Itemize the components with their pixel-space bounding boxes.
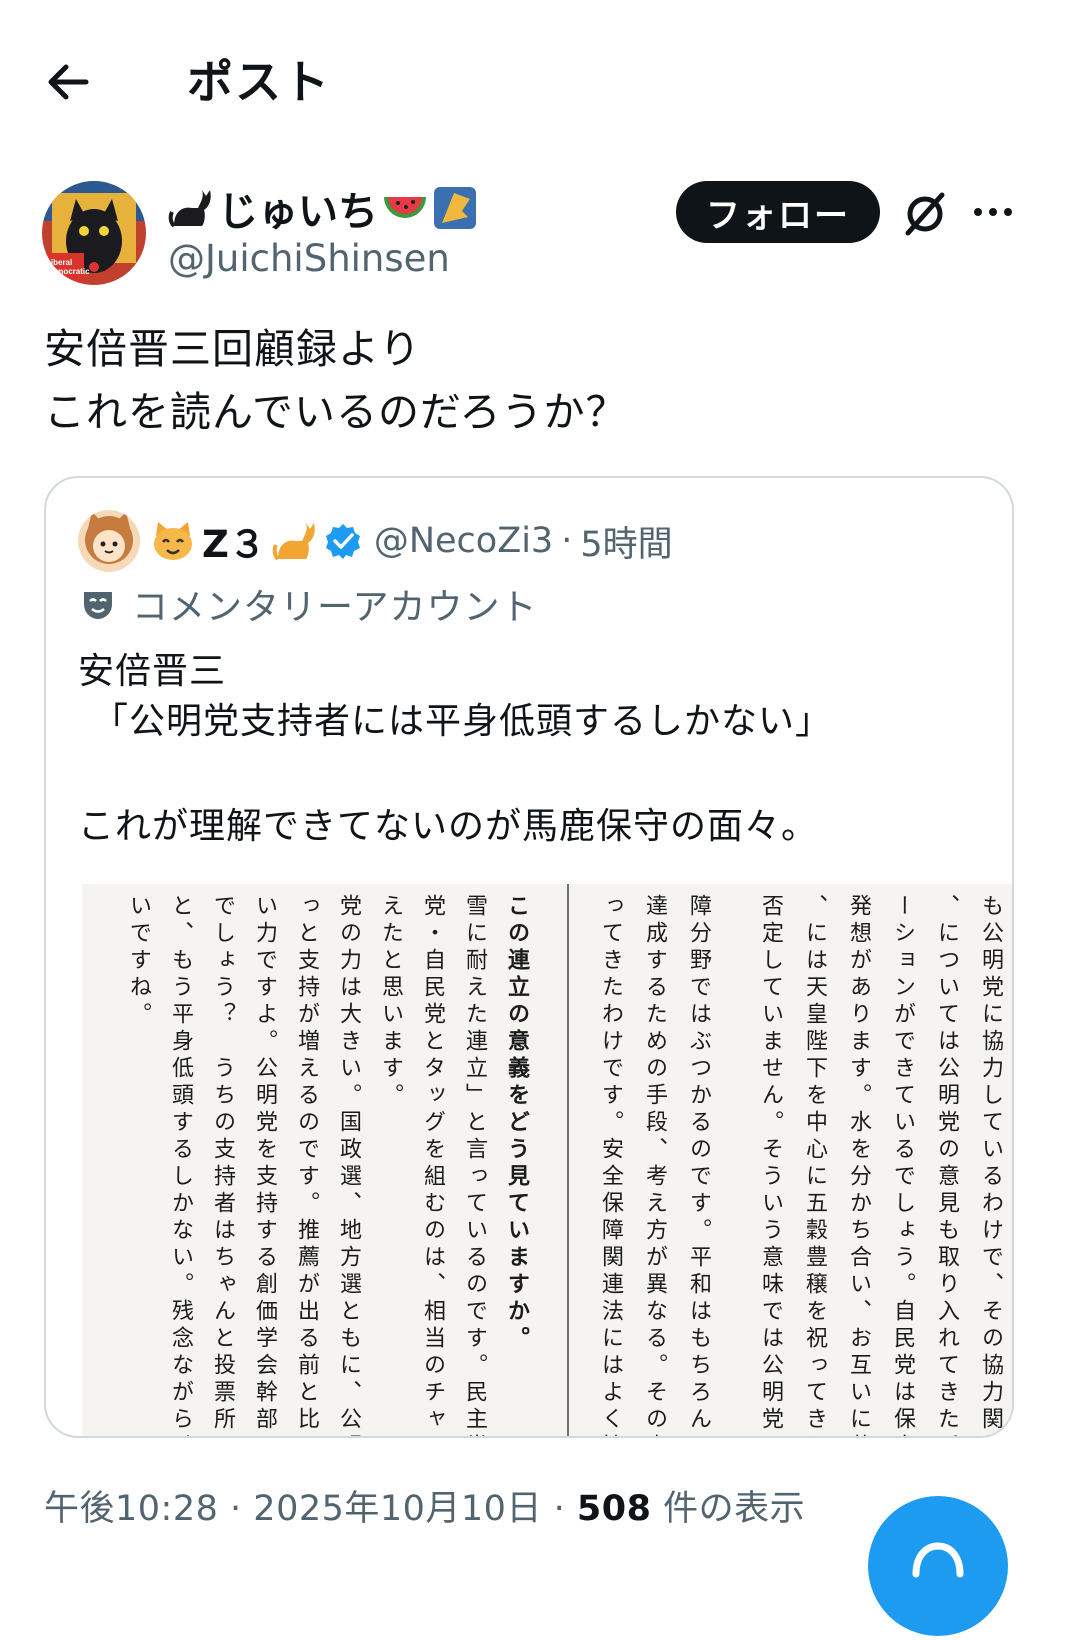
arrow-left-icon bbox=[48, 64, 89, 100]
post-meta: 午後10:28 · 2025年10月10日 · 508 件の表示 bbox=[44, 1484, 805, 1534]
meta-separator: · bbox=[230, 1489, 242, 1529]
book-text-column: でしょう？ うちの支持者はちゃんと投票所に足を運ん bbox=[210, 894, 235, 1438]
book-text-column: い力ですよ。公明党を支持する創価学会幹部から、「総 bbox=[252, 894, 277, 1438]
commentary-label: コメンタリーアカウント bbox=[80, 576, 538, 632]
grok-button[interactable] bbox=[898, 187, 952, 241]
back-button[interactable] bbox=[38, 52, 98, 112]
book-heading-column: この連立の意義をどう見ていますか。 bbox=[504, 894, 529, 1353]
book-text-column: 党の力は大きい。国政選、地方選ともに、公明党が自民 bbox=[336, 894, 361, 1438]
more-icon bbox=[974, 208, 1012, 216]
watermelon-icon bbox=[382, 193, 428, 223]
quote-image-book-page[interactable]: も公明党に協力しているわけで、その協力関係で政権を 、については公明党の意見も取… bbox=[82, 884, 1012, 1438]
book-text-column: 障分野ではぶつかるのです。平和はもちろんみんなが求 bbox=[686, 894, 711, 1438]
book-text-column: 否定していません。そういう意味では公明党と親和性が bbox=[758, 894, 783, 1438]
verified-badge-icon bbox=[324, 522, 362, 560]
quote-avatar bbox=[78, 510, 140, 572]
cat-face-icon bbox=[150, 520, 196, 562]
author-display-name[interactable]: じゅいち bbox=[168, 180, 478, 236]
cat-icon bbox=[272, 519, 318, 563]
page-title: ポスト bbox=[187, 55, 331, 109]
author-handle[interactable]: @JuichiShinsen bbox=[168, 236, 450, 282]
meta-separator: · bbox=[553, 1489, 566, 1529]
post-text-line: これを読んでいるのだろうか？ bbox=[44, 388, 628, 436]
svg-text:Party: Party bbox=[46, 276, 67, 285]
flag-badge-icon bbox=[432, 185, 478, 231]
post-text-line: 安倍晋三回顧録より bbox=[44, 325, 422, 373]
book-text-column: ってきたわけです。安全保障関連法にはよく協力してく bbox=[598, 894, 623, 1438]
book-text-column: ーションができているでしょう。自民党は保守政党だけに bbox=[890, 894, 915, 1438]
book-text-column: 、には天皇陛下を中心に五穀豊穣を祝ってきた。自民党も bbox=[802, 894, 827, 1438]
book-text-column: 発想があります。水を分かち合い、お互いに草を取るの bbox=[846, 894, 871, 1438]
quote-text-line: 「公明党支持者には平身低頭するしかない」 bbox=[92, 701, 833, 742]
book-text-column: 、については公明党の意見も取り入れてきた。特に社会保 bbox=[934, 894, 959, 1438]
book-text-column: 達成するための手段、考え方が異なる。その点は互いに bbox=[642, 894, 667, 1438]
book-text-column: も公明党に協力しているわけで、その協力関係で政権を bbox=[978, 894, 1003, 1438]
avatar[interactable]: Liberal Democratic Party bbox=[42, 181, 146, 285]
follow-button[interactable]: フォロー bbox=[676, 181, 880, 243]
book-text-column: えたと思います。 bbox=[378, 894, 403, 1110]
more-button[interactable] bbox=[966, 190, 1020, 234]
post-time: 午後10:28 bbox=[44, 1489, 219, 1529]
page-gutter bbox=[567, 884, 569, 1436]
book-text-column: 雪に耐えた連立」と言っているのです。民主党政権時代 bbox=[462, 894, 487, 1438]
quote-author-name: Z３ bbox=[202, 523, 266, 566]
cat-icon bbox=[168, 186, 214, 230]
meta-separator: · bbox=[561, 521, 573, 561]
quote-author-handle: @NecoZi3 bbox=[373, 521, 554, 561]
quote-post-card[interactable]: Z３ @NecoZi3 · 5時間 コメンタリーアカウント 安倍晋三 「公明党支… bbox=[44, 476, 1014, 1438]
views-count[interactable]: 508 bbox=[577, 1489, 652, 1529]
quote-author-row: Z３ @NecoZi3 · 5時間 bbox=[150, 511, 673, 571]
book-text-column: いですね。 bbox=[126, 894, 151, 1029]
quote-text-line: 安倍晋三 bbox=[78, 651, 227, 692]
author-name-text: じゅいち bbox=[218, 189, 378, 235]
svg-text:Democratic: Democratic bbox=[46, 267, 90, 276]
theater-mask-icon bbox=[84, 592, 112, 619]
commentary-label-text: コメンタリーアカウント bbox=[132, 587, 538, 628]
svg-text:Liberal: Liberal bbox=[46, 258, 72, 267]
compose-icon bbox=[912, 1542, 964, 1578]
quote-text-line: これが理解できてないのが馬鹿保守の面々。 bbox=[78, 806, 819, 847]
book-text-column: 党・自民党とタッグを組むのは、相当のチャレンジだっ bbox=[420, 894, 445, 1438]
views-label[interactable]: 件の表示 bbox=[663, 1489, 805, 1529]
book-text-column: と、もう平身低頭するしかない。残念ながら、明らかに bbox=[168, 894, 193, 1438]
compose-fab[interactable] bbox=[868, 1496, 1008, 1636]
quote-timestamp: 5時間 bbox=[580, 524, 673, 565]
book-text-column: っと支持が増えるのです。推薦が出る前と比べると、2 bbox=[294, 894, 319, 1438]
post-date: 2025年10月10日 bbox=[253, 1489, 542, 1529]
grok-icon bbox=[905, 192, 945, 236]
